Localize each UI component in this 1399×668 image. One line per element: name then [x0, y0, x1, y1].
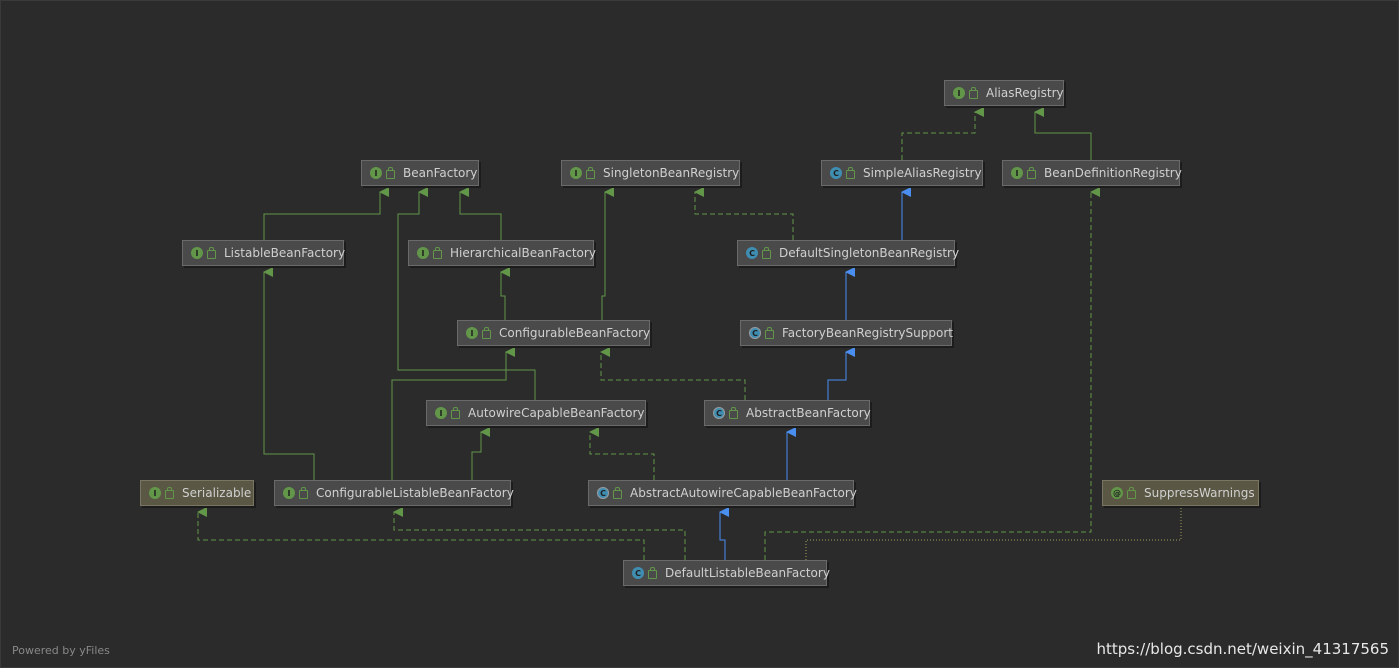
edge-listable-to-beanfactory — [263, 187, 389, 240]
node-label: ConfigurableListableBeanFactory — [316, 486, 514, 500]
lock-icon — [482, 326, 491, 339]
annotation-icon: @ — [1111, 487, 1123, 499]
node-label: SingletonBeanRegistry — [603, 166, 740, 180]
node-factory-bean-registry-support[interactable]: C FactoryBeanRegistrySupport — [740, 320, 953, 346]
abstract-class-icon: C — [713, 407, 725, 419]
lock-icon — [762, 246, 771, 259]
edge-clbf-to-autowire — [471, 427, 490, 480]
lock-icon — [729, 406, 738, 419]
lock-icon — [207, 246, 216, 259]
class-icon: C — [632, 567, 644, 579]
abstract-class-icon: C — [597, 487, 609, 499]
interface-icon: I — [417, 247, 429, 259]
node-autowire-capable-bean-factory[interactable]: I AutowireCapableBeanFactory — [426, 400, 646, 426]
lock-icon — [846, 166, 855, 179]
edge-aacbf-to-autowire — [589, 427, 655, 480]
node-serializable[interactable]: I Serializable — [140, 480, 254, 506]
interface-icon: I — [570, 167, 582, 179]
node-label: DefaultListableBeanFactory — [665, 566, 830, 580]
node-suppress-warnings[interactable]: @ SuppressWarnings — [1102, 480, 1259, 506]
interface-icon: I — [283, 487, 295, 499]
edge-clbf-to-listable — [263, 267, 315, 480]
node-label: AbstractAutowireCapableBeanFactory — [630, 486, 857, 500]
lock-icon — [165, 486, 174, 499]
node-label: BeanFactory — [403, 166, 478, 180]
edge-configurable-to-singleton — [601, 187, 614, 320]
node-label: FactoryBeanRegistrySupport — [782, 326, 953, 340]
node-abstract-autowire-capable-bean-factory[interactable]: C AbstractAutowireCapableBeanFactory — [588, 480, 857, 506]
interface-icon: I — [435, 407, 447, 419]
node-label: BeanDefinitionRegistry — [1044, 166, 1182, 180]
interface-icon: I — [953, 87, 965, 99]
abstract-class-icon: C — [749, 327, 761, 339]
edge-dlbf-to-clbf — [393, 507, 686, 560]
lock-icon — [613, 486, 622, 499]
edge-hierarchical-to-beanfactory — [459, 187, 502, 240]
node-configurable-listable-bean-factory[interactable]: I ConfigurableListableBeanFactory — [274, 480, 514, 506]
node-bean-definition-registry[interactable]: I BeanDefinitionRegistry — [1002, 160, 1182, 186]
lock-icon — [648, 566, 657, 579]
node-abstract-bean-factory[interactable]: C AbstractBeanFactory — [704, 400, 871, 426]
edge-simplealias-to-alias — [901, 107, 984, 160]
edge-abf-to-configurable — [600, 347, 746, 400]
lock-icon — [299, 486, 308, 499]
node-label: Serializable — [182, 486, 252, 500]
edge-dlbf-to-serializable — [197, 507, 645, 560]
node-hierarchical-bean-factory[interactable]: I HierarchicalBeanFactory — [408, 240, 596, 266]
lock-icon — [765, 326, 774, 339]
powered-by-text: Powered by yFiles — [12, 644, 110, 657]
class-icon: C — [746, 247, 758, 259]
node-configurable-bean-factory[interactable]: I ConfigurableBeanFactory — [457, 320, 650, 346]
node-listable-bean-factory[interactable]: I ListableBeanFactory — [182, 240, 346, 266]
node-label: SuppressWarnings — [1144, 486, 1255, 500]
node-label: DefaultSingletonBeanRegistry — [779, 246, 960, 260]
lock-icon — [386, 166, 395, 179]
node-bean-factory[interactable]: I BeanFactory — [361, 160, 479, 186]
node-label: AliasRegistry — [986, 86, 1064, 100]
interface-icon: I — [370, 167, 382, 179]
edge-abf-to-fbrs — [827, 347, 855, 400]
class-icon: C — [830, 167, 842, 179]
node-default-singleton-bean-registry[interactable]: C DefaultSingletonBeanRegistry — [737, 240, 959, 266]
watermark-url: https://blog.csdn.net/weixin_41317565 — [1096, 640, 1389, 658]
interface-icon: I — [191, 247, 203, 259]
lock-icon — [451, 406, 460, 419]
interface-icon: I — [1011, 167, 1023, 179]
node-label: SimpleAliasRegistry — [863, 166, 982, 180]
node-singleton-bean-registry[interactable]: I SingletonBeanRegistry — [561, 160, 740, 186]
lock-icon — [1027, 166, 1036, 179]
edge-dlbf-to-suppresswarnings — [805, 508, 1182, 560]
lock-icon — [586, 166, 595, 179]
node-simple-alias-registry[interactable]: C SimpleAliasRegistry — [821, 160, 983, 186]
edge-defaultsingleton-to-singleton — [694, 187, 794, 240]
edge-configurable-to-hierarchical — [500, 267, 510, 320]
interface-icon: I — [466, 327, 478, 339]
node-label: ConfigurableBeanFactory — [499, 326, 651, 340]
node-label: ListableBeanFactory — [224, 246, 346, 260]
node-label: AutowireCapableBeanFactory — [468, 406, 645, 420]
interface-icon: I — [149, 487, 161, 499]
lock-icon — [1127, 486, 1136, 499]
node-alias-registry[interactable]: I AliasRegistry — [944, 80, 1064, 106]
node-label: AbstractBeanFactory — [746, 406, 871, 420]
lock-icon — [433, 246, 442, 259]
edge-beandefreg-to-alias — [1034, 107, 1092, 160]
edge-dlbf-to-aacbf — [719, 507, 729, 560]
edge-autowire-to-beanfactory — [397, 187, 536, 400]
node-default-listable-bean-factory[interactable]: C DefaultListableBeanFactory — [623, 560, 830, 586]
node-label: HierarchicalBeanFactory — [450, 246, 596, 260]
lock-icon — [969, 86, 978, 99]
